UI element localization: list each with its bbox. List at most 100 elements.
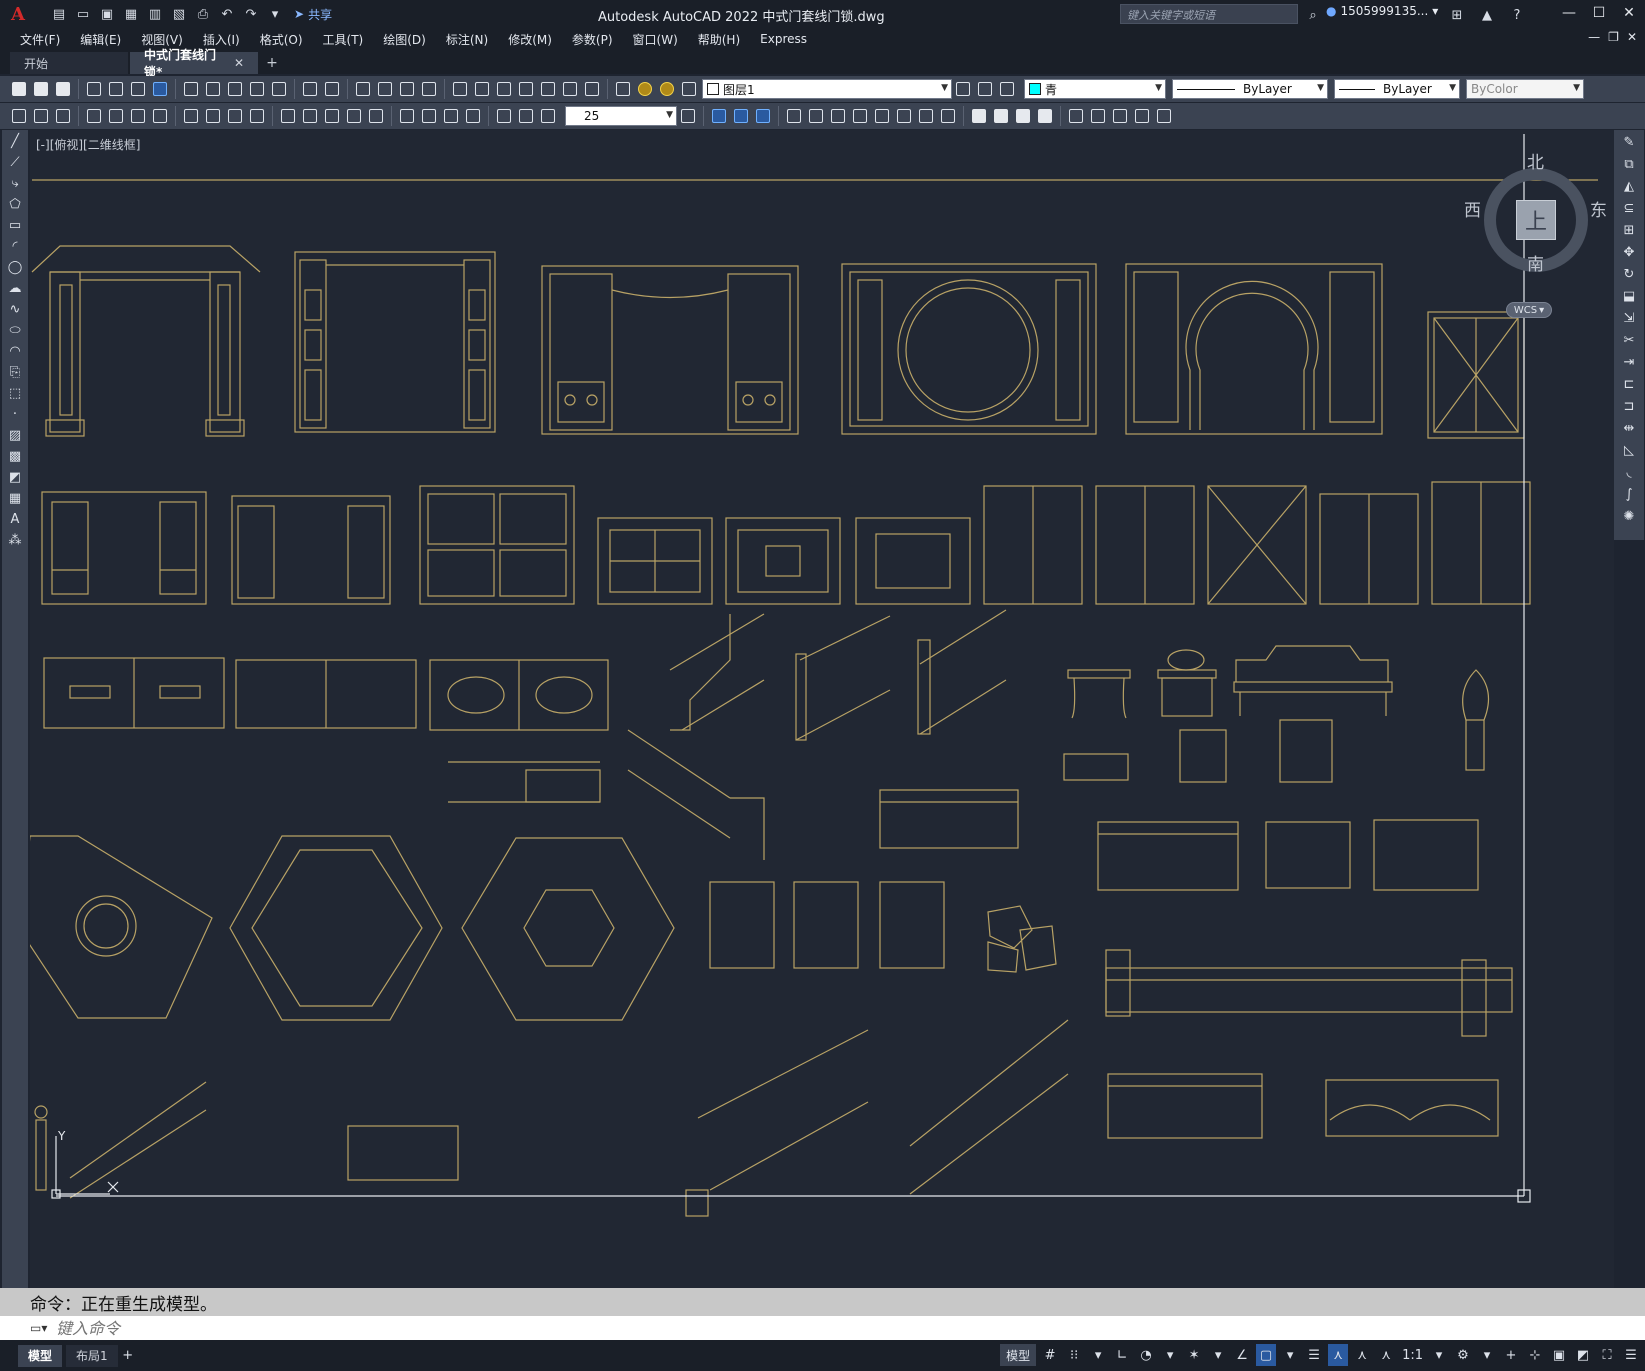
- mirror-icon[interactable]: ◭: [1619, 176, 1639, 196]
- lineweight-dropdown[interactable]: ByLayer ▼: [1334, 79, 1460, 99]
- inspection-icon[interactable]: [441, 106, 461, 126]
- calculator-icon[interactable]: [560, 79, 580, 99]
- view-left-icon[interactable]: [753, 106, 773, 126]
- undo-icon[interactable]: ↶: [216, 3, 238, 25]
- autocad-logo-icon[interactable]: A: [6, 2, 30, 26]
- jogged-linear-icon[interactable]: [463, 106, 483, 126]
- make-current-layer-icon[interactable]: [953, 79, 973, 99]
- user-account[interactable]: ● 1505999135... ▾: [1326, 4, 1438, 18]
- rectangle-icon[interactable]: ▭: [5, 215, 25, 235]
- share-button[interactable]: ➤ 共享: [294, 6, 332, 23]
- spline-icon[interactable]: ∿: [5, 299, 25, 319]
- dropdown-arrow-icon[interactable]: ▾: [1477, 1344, 1497, 1366]
- join-icon[interactable]: ⇹: [1619, 418, 1639, 438]
- layer-on-icon[interactable]: [635, 79, 655, 99]
- workspace-gear-icon[interactable]: ⚙: [1453, 1344, 1473, 1366]
- print-icon[interactable]: ⎙: [192, 3, 214, 25]
- revolve-icon[interactable]: [991, 106, 1011, 126]
- menu-modify[interactable]: 修改(M): [498, 31, 562, 48]
- auto-scale-icon[interactable]: ⋏: [1352, 1344, 1372, 1366]
- break-at-point-icon[interactable]: ⊏: [1619, 374, 1639, 394]
- add-selected-icon[interactable]: ⁂: [5, 530, 25, 550]
- graphics-performance-icon[interactable]: ◩: [1573, 1344, 1593, 1366]
- search-icon[interactable]: ⌕: [1302, 4, 1324, 26]
- diameter-dim-icon[interactable]: [225, 106, 245, 126]
- dropdown-arrow-icon[interactable]: ▾: [1429, 1344, 1449, 1366]
- maximize-icon[interactable]: ☐: [1589, 3, 1609, 23]
- linetype-dropdown[interactable]: ByLayer ▼: [1172, 79, 1328, 99]
- dimstyle-dropdown[interactable]: 25 ▼: [565, 106, 677, 126]
- export-icon[interactable]: ▥: [144, 3, 166, 25]
- add-layout-button[interactable]: +: [118, 1345, 138, 1367]
- insert-block-icon[interactable]: ⎘: [5, 362, 25, 382]
- color-dropdown[interactable]: 青 ▼: [1024, 79, 1166, 99]
- new-tab-button[interactable]: +: [260, 52, 284, 74]
- doc-minimize-icon[interactable]: —: [1588, 30, 1600, 44]
- menu-view[interactable]: 视图(V): [131, 31, 193, 48]
- dim-edit-icon[interactable]: [494, 106, 514, 126]
- quick-dim-icon[interactable]: [278, 106, 298, 126]
- viewport-controls-label[interactable]: [-][俯视][二维线框]: [36, 136, 140, 153]
- plot-preview-icon[interactable]: [106, 79, 126, 99]
- table-icon[interactable]: ▦: [5, 488, 25, 508]
- design-center-icon[interactable]: [472, 79, 492, 99]
- cut-icon[interactable]: [181, 79, 201, 99]
- layer-walk-icon[interactable]: [53, 106, 73, 126]
- annotation-scale-icon[interactable]: ⋏: [1376, 1344, 1396, 1366]
- redo-icon[interactable]: ↷: [240, 3, 262, 25]
- sweep-icon[interactable]: [1013, 106, 1033, 126]
- save-icon[interactable]: ▣: [96, 3, 118, 25]
- viewcube-top-face[interactable]: 上: [1516, 200, 1556, 240]
- save-icon[interactable]: [53, 79, 73, 99]
- object-snap-tracking-icon[interactable]: ∠: [1232, 1344, 1252, 1366]
- stretch-icon[interactable]: [894, 106, 914, 126]
- construction-line-icon[interactable]: ⟋: [5, 152, 25, 172]
- menu-window[interactable]: 窗口(W): [623, 31, 688, 48]
- baseline-dim-icon[interactable]: [300, 106, 320, 126]
- help-icon[interactable]: ?: [1506, 4, 1528, 26]
- minimize-icon[interactable]: —: [1559, 3, 1579, 23]
- explode-icon[interactable]: ✺: [1619, 506, 1639, 526]
- command-prompt-icon[interactable]: ▭▾: [30, 1319, 56, 1337]
- center-mark-icon[interactable]: [419, 106, 439, 126]
- quick-properties-icon[interactable]: ▣: [1549, 1344, 1569, 1366]
- search-input[interactable]: 键入关键字或短语: [1120, 4, 1298, 24]
- isodraft-icon[interactable]: ✶: [1184, 1344, 1204, 1366]
- point-icon[interactable]: ·: [5, 404, 25, 424]
- dim-text-edit-icon[interactable]: [516, 106, 536, 126]
- publish-icon[interactable]: [128, 79, 148, 99]
- layer-previous-icon[interactable]: [975, 79, 995, 99]
- menu-insert[interactable]: 插入(I): [193, 31, 250, 48]
- ortho-icon[interactable]: ∟: [1112, 1344, 1132, 1366]
- customization-menu-icon[interactable]: ☰: [1621, 1344, 1641, 1366]
- zoom-realtime-icon[interactable]: [375, 79, 395, 99]
- arc-icon[interactable]: ◜: [5, 236, 25, 256]
- dropdown-arrow-icon[interactable]: ▾: [1088, 1344, 1108, 1366]
- gradient-icon[interactable]: ▩: [5, 446, 25, 466]
- menu-express[interactable]: Express: [750, 32, 817, 46]
- make-block-icon[interactable]: ⬚: [5, 383, 25, 403]
- loft-icon[interactable]: [1035, 106, 1055, 126]
- blend-curves-icon[interactable]: ∫: [1619, 484, 1639, 504]
- compass-east[interactable]: 东: [1590, 196, 1607, 221]
- new-icon[interactable]: [9, 79, 29, 99]
- autodesk-app-icon[interactable]: ▲: [1476, 4, 1498, 26]
- fillet-icon[interactable]: ◟: [1619, 462, 1639, 482]
- close-icon[interactable]: ✕: [234, 56, 244, 70]
- grid-icon[interactable]: #: [1040, 1344, 1060, 1366]
- new-icon[interactable]: ▤: [48, 3, 70, 25]
- dimstyle-manager-icon[interactable]: [678, 106, 698, 126]
- plotstyle-dropdown[interactable]: ByColor ▼: [1466, 79, 1584, 99]
- ellipse-icon[interactable]: ⬭: [5, 320, 25, 340]
- copy-icon[interactable]: [203, 79, 223, 99]
- 3d-print-icon[interactable]: [150, 79, 170, 99]
- doc-restore-icon[interactable]: ❐: [1608, 30, 1619, 44]
- pan-icon[interactable]: [353, 79, 373, 99]
- help-icon[interactable]: [582, 79, 602, 99]
- move-icon[interactable]: ✥: [1619, 242, 1639, 262]
- hatch-icon[interactable]: ▨: [5, 425, 25, 445]
- copy-object-icon[interactable]: [806, 106, 826, 126]
- layer-match-icon[interactable]: [9, 106, 29, 126]
- model-space-viewport[interactable]: Y [-][俯视][二维线框] 北 南 东 西 上 WCS ▾: [30, 130, 1614, 1290]
- layer-isolate-icon[interactable]: [31, 106, 51, 126]
